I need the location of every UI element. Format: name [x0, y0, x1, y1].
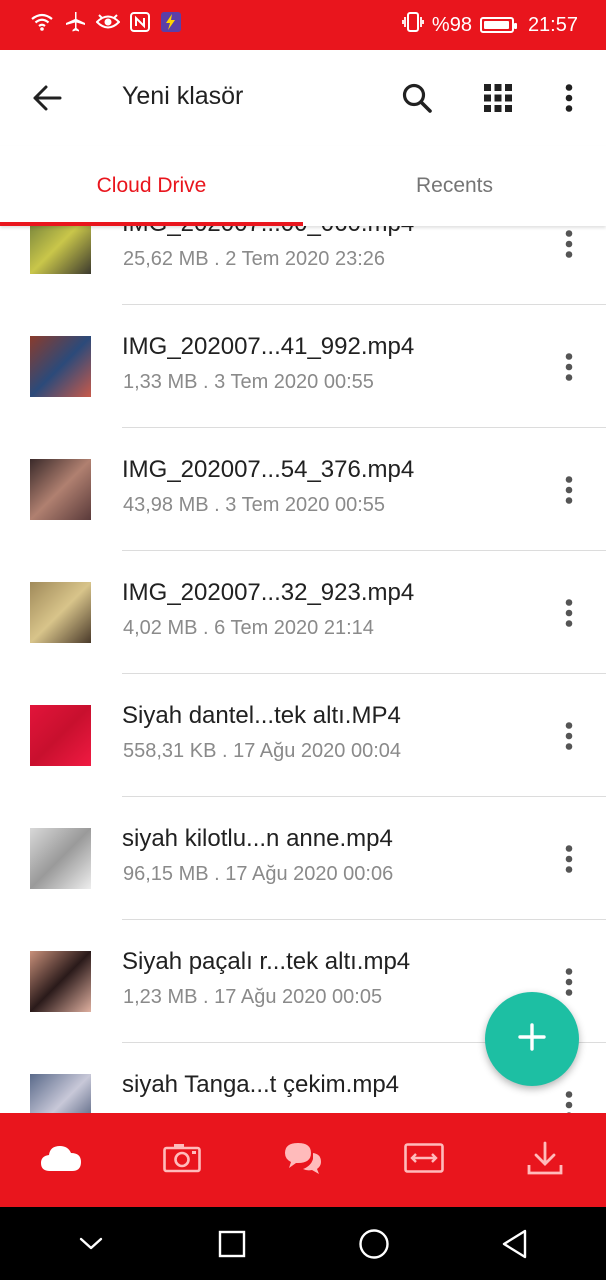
video-thumbnail [30, 951, 91, 1012]
bottom-navigation [0, 1113, 606, 1207]
file-meta: 43,98 MB . 3 Tem 2020 00:55 [123, 494, 386, 516]
camera-icon [162, 1143, 201, 1178]
nav-transfers[interactable] [364, 1113, 485, 1207]
more-vertical-icon[interactable] [552, 343, 586, 391]
video-thumbnail [30, 459, 91, 520]
file-name: Siyah paçalı r...tek altı.mp4 [122, 948, 411, 975]
back-triangle-icon[interactable] [485, 1214, 545, 1274]
back-arrow-icon[interactable] [23, 74, 71, 122]
plus-icon [518, 1022, 546, 1056]
battery-icon [479, 17, 517, 33]
file-meta: 558,31 KB . 17 Ağu 2020 00:04 [123, 740, 402, 762]
file-name: IMG_202007...32_923.mp4 [122, 579, 415, 606]
file-list-item[interactable]: IMG_202007...54_376.mp4 43,98 MB . 3 Tem … [0, 428, 606, 551]
file-list-item[interactable]: siyah kilotlu...n anne.mp4 96,15 MB . 17 … [0, 797, 606, 920]
file-name: IMG_202007...00_060.mp4 [122, 226, 414, 238]
vibrate-icon [402, 12, 424, 38]
system-navigation-bar [0, 1207, 606, 1280]
more-vertical-icon[interactable] [552, 226, 586, 268]
nav-offline[interactable] [485, 1113, 606, 1207]
file-meta: 4,02 MB . 6 Tem 2020 21:14 [123, 617, 374, 639]
file-name: Siyah dantel...tek altı.MP4 [122, 702, 401, 729]
file-name: IMG_202007...41_992.mp4 [122, 333, 415, 360]
file-list-item[interactable]: IMG_202007...41_992.mp4 1,33 MB . 3 Tem 2… [0, 305, 606, 428]
nfc-icon [130, 12, 150, 38]
more-vertical-icon[interactable] [552, 835, 586, 883]
more-vertical-icon[interactable] [545, 74, 593, 122]
video-thumbnail [30, 828, 91, 889]
home-circle-icon[interactable] [344, 1214, 404, 1274]
tab-cloud-drive[interactable]: Cloud Drive [0, 146, 303, 226]
file-list-item[interactable]: IMG_202007...32_923.mp4 4,02 MB . 6 Tem 2… [0, 551, 606, 674]
video-thumbnail [30, 1074, 91, 1113]
add-fab-button[interactable] [485, 992, 579, 1086]
flash-app-icon [160, 11, 182, 39]
nav-chat[interactable] [242, 1113, 363, 1207]
transfer-icon [404, 1142, 444, 1178]
status-icons-right: %98 21:57 [402, 12, 578, 38]
nav-camera-uploads[interactable] [121, 1113, 242, 1207]
video-thumbnail [30, 705, 91, 766]
file-name: siyah Tanga...t çekim.mp4 [122, 1071, 400, 1098]
file-meta: 25,62 MB . 2 Tem 2020 23:26 [123, 248, 386, 270]
more-vertical-icon[interactable] [552, 589, 586, 637]
more-vertical-icon[interactable] [552, 1081, 586, 1113]
status-icons-left [30, 11, 182, 39]
video-thumbnail [30, 226, 91, 274]
chat-icon [283, 1141, 323, 1180]
tab-recents[interactable]: Recents [303, 146, 606, 226]
nav-cloud-drive[interactable] [0, 1113, 121, 1207]
battery-level [483, 21, 510, 29]
tab-bar: Cloud Drive Recents [0, 146, 606, 226]
wifi-icon [30, 12, 54, 38]
cloud-icon [40, 1144, 82, 1177]
grid-view-icon[interactable] [474, 74, 522, 122]
video-thumbnail [30, 336, 91, 397]
tab-indicator [0, 222, 303, 226]
file-list-inner: IMG_202007...00_060.mp4 25,62 MB . 2 Tem … [0, 226, 606, 1113]
clock: 21:57 [527, 13, 578, 36]
page-title: Yeni klasör [122, 82, 244, 110]
airplane-icon [64, 11, 86, 39]
file-meta: 1,23 MB . 17 Ağu 2020 00:05 [123, 986, 383, 1008]
file-list[interactable]: IMG_202007...00_060.mp4 25,62 MB . 2 Tem … [0, 226, 606, 1113]
recents-square-icon[interactable] [202, 1214, 262, 1274]
battery-percent: %98 [431, 13, 472, 36]
more-vertical-icon[interactable] [552, 466, 586, 514]
file-list-item[interactable]: Siyah dantel...tek altı.MP4 558,31 KB . 1… [0, 674, 606, 797]
file-meta: 1,33 MB . 3 Tem 2020 00:55 [123, 371, 374, 393]
app-bar: Yeni klasör [0, 50, 606, 146]
file-meta: 96,15 MB . 17 Ağu 2020 00:06 [123, 863, 394, 885]
more-vertical-icon[interactable] [552, 712, 586, 760]
chevron-down-icon[interactable] [61, 1214, 121, 1274]
search-icon[interactable] [393, 74, 441, 122]
status-bar: %98 21:57 [0, 0, 606, 50]
eye-icon [95, 13, 121, 37]
file-name: IMG_202007...54_376.mp4 [122, 456, 415, 483]
video-thumbnail [30, 582, 91, 643]
download-icon [527, 1141, 563, 1180]
file-name: siyah kilotlu...n anne.mp4 [122, 825, 393, 852]
file-list-item[interactable]: IMG_202007...00_060.mp4 25,62 MB . 2 Tem … [0, 226, 606, 305]
